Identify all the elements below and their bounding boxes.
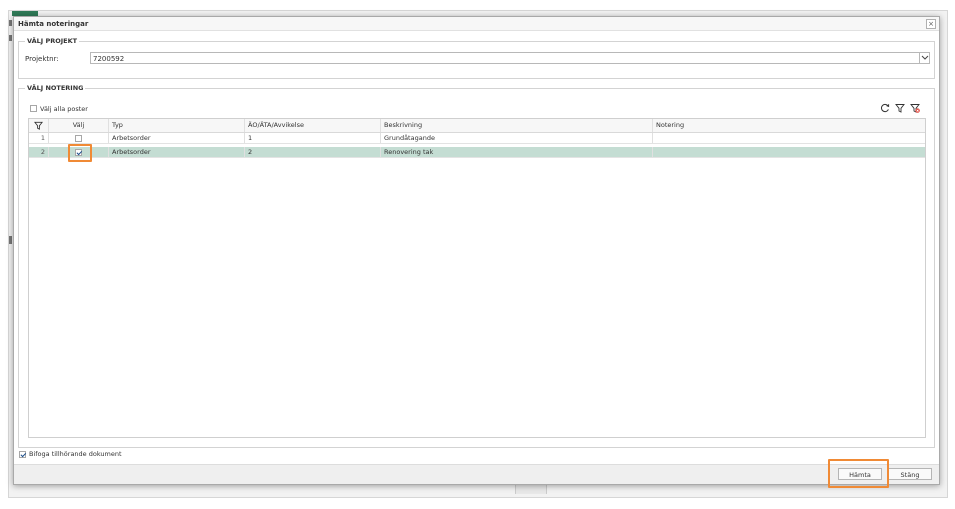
refresh-icon[interactable] — [880, 103, 890, 113]
filter-icon[interactable] — [33, 121, 44, 130]
dialog-titlebar: Hämta noteringar × — [14, 17, 939, 31]
grid-filter-cell[interactable] — [29, 119, 49, 132]
row-code: 1 — [245, 133, 381, 143]
chevron-down-icon[interactable] — [919, 52, 930, 64]
background-marker — [9, 35, 12, 41]
project-number-input[interactable]: 7200592 — [90, 52, 921, 64]
row-notering — [653, 147, 925, 157]
fetch-button-highlight — [828, 459, 889, 488]
row-typ: Arbetsorder — [109, 147, 245, 157]
project-number-label: Projektnr: — [25, 55, 59, 63]
row-beskrivning: Grundåtagande — [381, 133, 653, 143]
column-header-typ[interactable]: Typ — [109, 119, 245, 132]
column-header-notering[interactable]: Notering — [653, 119, 925, 132]
close-button[interactable]: Stäng — [888, 468, 932, 480]
select-all-toggle[interactable]: Välj alla poster — [30, 104, 88, 113]
checkbox-highlight — [68, 144, 92, 162]
close-icon[interactable]: × — [926, 19, 936, 29]
background-marker — [9, 236, 12, 244]
attach-documents-toggle[interactable]: Bifoga tillhörande dokument — [19, 450, 122, 458]
row-number: 2 — [29, 147, 49, 157]
attach-documents-label: Bifoga tillhörande dokument — [29, 450, 122, 458]
clear-filter-icon[interactable] — [910, 103, 920, 113]
attach-documents-checkbox[interactable] — [19, 450, 26, 458]
notes-grid: Välj Typ ÄO/ÄTA/Avvikelse Beskrivning No… — [28, 118, 926, 438]
row-typ: Arbetsorder — [109, 133, 245, 143]
select-all-label: Välj alla poster — [40, 104, 88, 113]
row-code: 2 — [245, 147, 381, 157]
fetch-notes-dialog: Hämta noteringar × VÄLJ PROJEKT Projektn… — [13, 16, 940, 488]
dialog-title: Hämta noteringar — [18, 20, 89, 28]
notes-section-legend: VÄLJ NOTERING — [25, 84, 86, 92]
background-marker — [9, 20, 12, 26]
filter-icon[interactable] — [895, 103, 905, 113]
grid-header: Välj Typ ÄO/ÄTA/Avvikelse Beskrivning No… — [29, 119, 925, 133]
column-header-valj[interactable]: Välj — [49, 119, 109, 132]
background-scrollbar — [515, 485, 547, 494]
row-beskrivning: Renovering tak — [381, 147, 653, 157]
row-number: 1 — [29, 133, 49, 143]
table-row[interactable]: 2 Arbetsorder 2 Renovering tak — [29, 147, 925, 158]
project-section: VÄLJ PROJEKT Projektnr: 7200592 — [18, 37, 935, 79]
select-all-checkbox[interactable] — [30, 105, 37, 112]
row-select-checkbox[interactable] — [75, 134, 82, 142]
dialog-footer: Hämta Stäng — [14, 464, 939, 484]
column-header-beskrivning[interactable]: Beskrivning — [381, 119, 653, 132]
project-section-legend: VÄLJ PROJEKT — [25, 37, 80, 45]
row-select-cell[interactable] — [49, 133, 109, 143]
table-row[interactable]: 1 Arbetsorder 1 Grundåtagande — [29, 133, 925, 144]
column-header-ao-ata[interactable]: ÄO/ÄTA/Avvikelse — [245, 119, 381, 132]
grid-toolbar — [880, 103, 920, 113]
row-notering — [653, 133, 925, 143]
